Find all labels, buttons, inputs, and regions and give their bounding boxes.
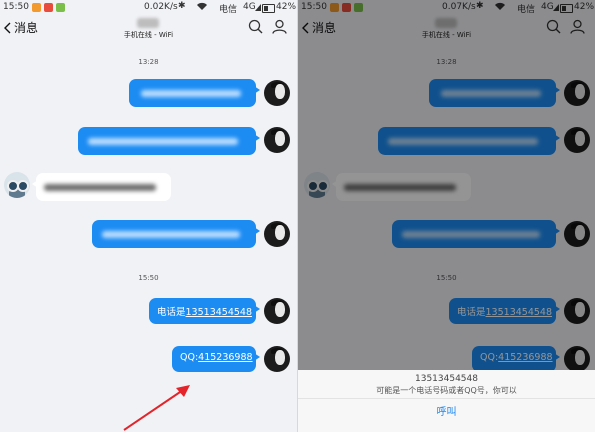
timestamp: 13:28 [138,58,159,66]
status-bar: 15:50 0.02K/s ✱ 电信 4G 42% [0,0,297,16]
qq-number-link[interactable]: 415236988 [198,352,252,363]
chat-header: 消息 手机在线 - WiFi [0,16,297,44]
app-notification-icon [32,3,41,12]
action-sheet-number: 13513454548 [415,374,478,384]
phone-message-text: 电话是13513454548 [157,304,252,318]
app-notification-icon [44,3,53,12]
network-type: 4G [243,2,256,12]
signal-icon [255,4,261,14]
network-speed: 0.02K/s [144,2,178,12]
action-sheet-divider [298,398,595,399]
call-button[interactable]: 呼叫 [298,403,595,418]
message-bubble-phone[interactable]: 电话是13513454548 [149,298,260,324]
status-time: 15:50 [3,2,29,12]
contact-name-redacted [137,18,159,28]
message-bubble-sent[interactable] [92,220,260,248]
bluetooth-icon: ✱ [178,1,186,11]
message-bubble-qq[interactable]: QQ:415236988 [172,346,260,372]
avatar[interactable] [264,127,290,153]
battery-icon [262,4,275,13]
notification-icons [32,3,65,12]
message-bubble-received[interactable] [32,173,171,201]
message-bubble-sent[interactable] [78,127,260,155]
avatar[interactable] [4,172,30,198]
phone-prefix: 电话是 [157,307,186,318]
dim-overlay[interactable] [298,0,595,370]
avatar[interactable] [264,298,290,324]
action-sheet-hint: 可能是一个电话号码或者QQ号，你可以 [376,386,517,395]
qq-message-text: QQ:415236988 [180,352,253,363]
search-icon[interactable] [248,19,263,34]
avatar[interactable] [264,346,290,372]
qq-prefix: QQ: [180,352,199,363]
chat-screen-right: 15:50 0.07K/s ✱ 电信 4G 42% 消息 手机在线 - WiFi… [298,0,595,432]
avatar[interactable] [264,221,290,247]
action-sheet: 13513454548 可能是一个电话号码或者QQ号，你可以 呼叫 [298,370,595,432]
avatar[interactable] [264,80,290,106]
annotation-arrow-icon [123,385,190,431]
app-notification-icon [56,3,65,12]
phone-number-link[interactable]: 13513454548 [186,307,253,318]
profile-icon[interactable] [272,19,287,34]
message-bubble-sent[interactable] [129,79,260,107]
chat-screen-left: 15:50 0.02K/s ✱ 电信 4G 42% 消息 手机在线 - WiFi… [0,0,297,432]
wifi-icon [196,2,208,14]
timestamp: 15:50 [138,274,159,282]
battery-percent: 42% [276,2,297,12]
carrier-label: 电信 [219,5,238,15]
